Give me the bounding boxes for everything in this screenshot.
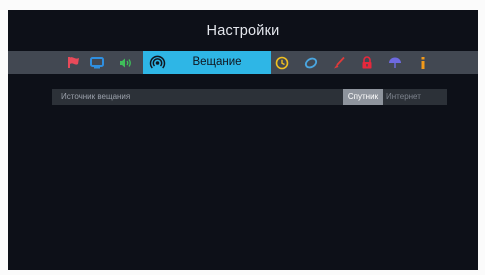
- sound-icon[interactable]: [115, 51, 137, 74]
- tab-broadcast-label: Вещание: [192, 56, 242, 68]
- clock-icon[interactable]: [271, 51, 293, 74]
- broadcast-icon: [149, 55, 166, 69]
- ring-icon[interactable]: [300, 51, 322, 74]
- settings-menu-bar: Вещание: [8, 51, 478, 74]
- lock-icon[interactable]: [356, 51, 378, 74]
- tv-screen: Настройки Вещание Источник вещания Спутн…: [8, 10, 478, 270]
- option-internet[interactable]: Интернет: [383, 89, 447, 105]
- flag-icon[interactable]: [63, 51, 85, 74]
- monitor-icon[interactable]: [86, 51, 108, 74]
- umbrella-icon[interactable]: [384, 51, 406, 74]
- broadcast-source-label: Источник вещания: [61, 92, 131, 101]
- broadcast-source-row[interactable]: Источник вещания Спутник Интернет: [52, 89, 447, 105]
- option-satellite[interactable]: Спутник: [343, 89, 383, 105]
- brush-icon[interactable]: [328, 51, 350, 74]
- info-icon[interactable]: [412, 51, 434, 74]
- page-title: Настройки: [206, 23, 280, 39]
- tab-broadcast[interactable]: Вещание: [143, 51, 271, 74]
